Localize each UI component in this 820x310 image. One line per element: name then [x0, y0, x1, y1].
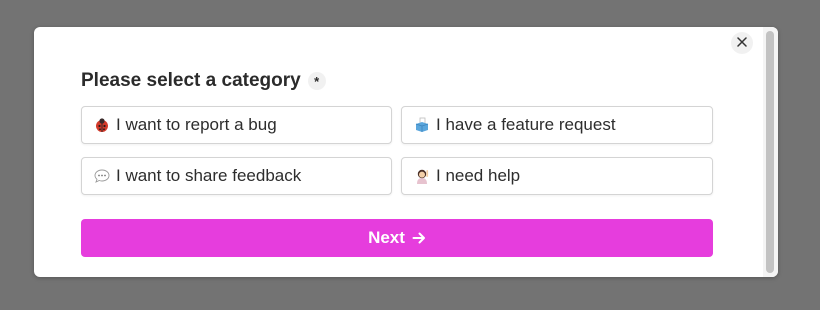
option-report-bug[interactable]: I want to report a bug	[81, 106, 392, 144]
scrollbar-thumb[interactable]	[766, 31, 774, 273]
option-share-feedback[interactable]: I want to share feedback	[81, 157, 392, 195]
next-button[interactable]: Next	[81, 219, 713, 257]
question-title: Please select a category *	[81, 70, 326, 92]
ballot-box-icon	[413, 116, 431, 134]
question-label: Please select a category	[81, 70, 301, 91]
ladybug-icon	[93, 116, 111, 134]
next-button-label: Next	[368, 228, 405, 247]
arrow-right-icon	[412, 231, 426, 245]
required-marker: *	[307, 72, 326, 90]
option-feature-request[interactable]: I have a feature request	[401, 106, 713, 144]
option-need-help[interactable]: I need help	[401, 157, 713, 195]
close-button[interactable]	[731, 32, 753, 54]
option-label: I have a feature request	[436, 115, 616, 134]
option-label: I want to report a bug	[116, 115, 277, 134]
person-raising-hand-icon	[413, 167, 431, 185]
scrollbar[interactable]	[763, 27, 778, 277]
close-icon	[737, 34, 747, 52]
option-label: I need help	[436, 166, 521, 185]
speech-bubble-icon	[93, 167, 111, 185]
option-label: I want to share feedback	[116, 166, 302, 185]
feedback-dialog: Please select a category * I want to rep…	[34, 27, 778, 277]
